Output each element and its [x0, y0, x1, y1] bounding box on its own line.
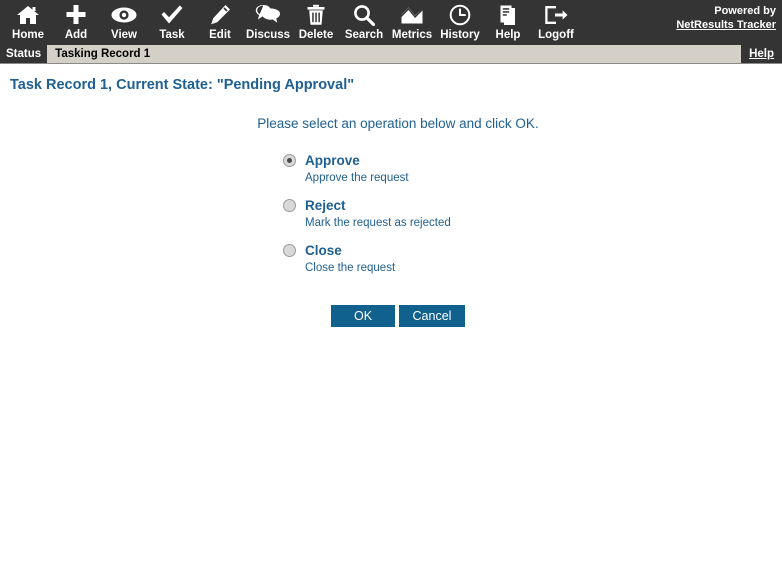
option-close-description: Close the request	[305, 262, 396, 274]
toolbar-item-label: Search	[344, 29, 384, 41]
toolbar-item-label: Home	[12, 29, 44, 41]
toolbar-item-label: Add	[64, 29, 88, 41]
option-close-label[interactable]: Close	[305, 243, 342, 258]
toolbar-item-edit[interactable]: Edit	[196, 0, 244, 45]
clock-icon	[449, 3, 471, 27]
toolbar-item-label: Logoff	[538, 29, 574, 41]
main-toolbar: Home Add View Task Edit Discuss Delete S…	[0, 0, 782, 45]
option-approve-header[interactable]: Approve	[283, 153, 782, 168]
page-content: Task Record 1, Current State: "Pending A…	[0, 64, 782, 576]
option-close-header[interactable]: Close	[283, 243, 782, 258]
radio-approve[interactable]	[283, 154, 296, 167]
toolbar-item-view[interactable]: View	[100, 0, 148, 45]
option-approve[interactable]: Approve Approve the request	[283, 153, 782, 184]
toolbar-item-label: Discuss	[245, 29, 291, 41]
page-title: Task Record 1, Current State: "Pending A…	[10, 77, 355, 93]
form-actions: OK Cancel	[0, 305, 782, 327]
status-bar: Status Tasking Record 1 Help	[0, 45, 782, 64]
status-record-label: Tasking Record 1	[55, 48, 151, 60]
toolbar-item-delete[interactable]: Delete	[292, 0, 340, 45]
toolbar-item-label: Help	[495, 29, 521, 41]
toolbar-item-add[interactable]: Add	[52, 0, 100, 45]
toolbar-item-label: History	[440, 29, 480, 41]
option-close[interactable]: Close Close the request	[283, 243, 782, 274]
toolbar-item-metrics[interactable]: Metrics	[388, 0, 436, 45]
home-icon	[16, 3, 40, 27]
option-reject[interactable]: Reject Mark the request as rejected	[283, 198, 782, 229]
toolbar-item-search[interactable]: Search	[340, 0, 388, 45]
cancel-button[interactable]: Cancel	[399, 305, 465, 327]
radio-reject[interactable]	[283, 199, 296, 212]
toolbar-item-label: Edit	[209, 29, 231, 41]
eye-icon	[111, 3, 137, 27]
status-help-container: Help	[741, 45, 782, 63]
option-reject-header[interactable]: Reject	[283, 198, 782, 213]
powered-by-label: Powered by	[714, 5, 776, 17]
toolbar-item-help[interactable]: Help	[484, 0, 532, 45]
toolbar-item-logoff[interactable]: Logoff	[532, 0, 580, 45]
plus-icon	[65, 3, 87, 27]
toolbar-item-label: Metrics	[391, 29, 433, 41]
magnifier-icon	[353, 3, 375, 27]
toolbar-item-history[interactable]: History	[436, 0, 484, 45]
radio-close[interactable]	[283, 244, 296, 257]
option-approve-label[interactable]: Approve	[305, 153, 360, 168]
toolbar-item-label: View	[111, 29, 137, 41]
pencil-icon	[209, 3, 231, 27]
option-reject-description: Mark the request as rejected	[305, 217, 451, 229]
ok-button[interactable]: OK	[331, 305, 395, 327]
toolbar-item-label: Task	[159, 29, 185, 41]
exit-icon	[544, 3, 568, 27]
instruction-text: Please select an operation below and cli…	[257, 116, 539, 131]
check-icon	[160, 3, 184, 27]
toolbar-item-discuss[interactable]: Discuss	[244, 0, 292, 45]
toolbar-item-home[interactable]: Home	[4, 0, 52, 45]
status-tab-label: Status	[0, 45, 48, 63]
status-spacer	[158, 45, 741, 63]
netresults-tracker-link[interactable]: NetResults Tracker	[676, 18, 776, 32]
option-reject-label[interactable]: Reject	[305, 198, 346, 213]
operation-radio-group: Approve Approve the request Reject Mark …	[0, 153, 782, 274]
toolbar-item-task[interactable]: Task	[148, 0, 196, 45]
speech-bubbles-icon	[255, 3, 281, 27]
option-approve-description: Approve the request	[305, 172, 409, 184]
area-chart-icon	[400, 3, 424, 27]
powered-by-block: Powered by NetResults Tracker	[676, 4, 776, 32]
document-icon	[497, 3, 519, 27]
toolbar-item-label: Delete	[298, 29, 334, 41]
help-link[interactable]: Help	[749, 48, 774, 60]
trash-icon	[306, 3, 326, 27]
